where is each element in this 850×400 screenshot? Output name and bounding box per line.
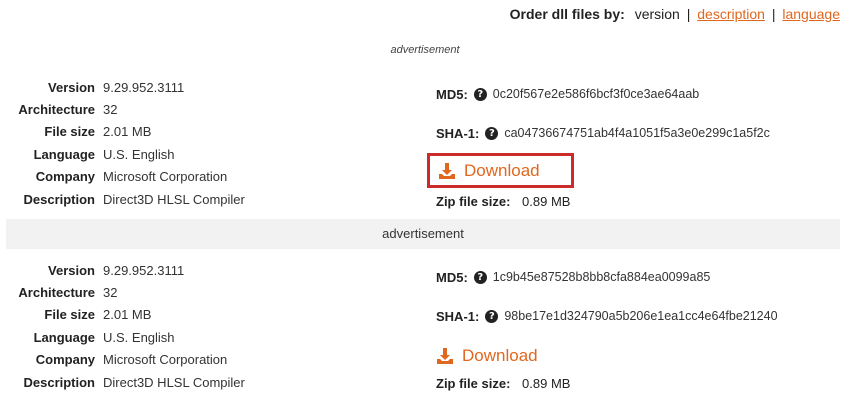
- meta-row-language: Language U.S. English: [0, 326, 400, 348]
- meta-value-description: Direct3D HLSL Compiler: [103, 374, 245, 390]
- zip-size-label: Zip file size:: [436, 376, 511, 391]
- meta-row-version: Version 9.29.952.3111: [0, 259, 400, 281]
- md5-row: MD5: ? 1c9b45e87528b8bb8cfa884ea0099a85: [436, 267, 850, 287]
- zip-size-value: 0.89 MB: [522, 194, 571, 209]
- md5-label: MD5:: [436, 269, 468, 285]
- meta-row-language: Language U.S. English: [0, 143, 400, 165]
- order-by-bar: Order dll files by: version | descriptio…: [510, 6, 840, 22]
- download-icon: [439, 162, 455, 179]
- meta-row-architecture: Architecture 32: [0, 281, 400, 303]
- meta-key: Language: [33, 329, 95, 345]
- meta-value-language: U.S. English: [103, 146, 175, 162]
- sha1-label: SHA-1:: [436, 308, 480, 324]
- sha1-row: SHA-1: ? 98be17e1d324790a5b206e1ea1cc4e6…: [436, 306, 850, 326]
- download-button[interactable]: Download: [427, 153, 574, 188]
- meta-value-company: Microsoft Corporation: [103, 169, 228, 185]
- meta-key: Description: [23, 374, 95, 390]
- zip-size-row: Zip file size: 0.89 MB: [436, 194, 570, 209]
- meta-row-description: Description Direct3D HLSL Compiler: [0, 188, 400, 210]
- meta-key: Company: [35, 169, 95, 185]
- sha1-label: SHA-1:: [436, 125, 480, 141]
- meta-key: Architecture: [18, 102, 95, 118]
- meta-value-architecture: 32: [103, 285, 118, 301]
- meta-value-version: 9.29.952.3111: [103, 262, 185, 278]
- meta-row-file-size: File size 2.01 MB: [0, 304, 400, 326]
- order-separator: |: [771, 6, 776, 22]
- meta-value-company: Microsoft Corporation: [103, 352, 228, 368]
- meta-key: Architecture: [18, 285, 95, 301]
- order-by-description-link[interactable]: description: [697, 6, 765, 22]
- order-separator: |: [686, 6, 691, 22]
- zip-size-value: 0.89 MB: [522, 376, 571, 391]
- meta-row-description: Description Direct3D HLSL Compiler: [0, 371, 400, 393]
- meta-key: Version: [48, 262, 95, 278]
- meta-key: Company: [35, 352, 95, 368]
- meta-key: Description: [23, 191, 95, 207]
- meta-value-file-size: 2.01 MB: [103, 307, 152, 323]
- meta-row-architecture: Architecture 32: [0, 98, 400, 120]
- meta-key: Version: [48, 79, 95, 95]
- sha1-value: 98be17e1d324790a5b206e1ea1cc4e64fbe21240: [504, 309, 778, 323]
- advertisement-band: advertisement: [6, 219, 840, 249]
- meta-row-version: Version 9.29.952.3111: [0, 76, 400, 98]
- meta-row-file-size: File size 2.01 MB: [0, 121, 400, 143]
- sha1-row: SHA-1: ? ca04736674751ab4f4a1051f5a3e0e2…: [436, 123, 850, 143]
- meta-key: File size: [44, 307, 95, 323]
- meta-value-architecture: 32: [103, 102, 118, 118]
- meta-row-company: Company Microsoft Corporation: [0, 166, 400, 188]
- md5-label: MD5:: [436, 86, 468, 102]
- dll-download-page: Order dll files by: version | descriptio…: [0, 0, 850, 400]
- question-circle-icon[interactable]: ?: [473, 270, 487, 284]
- md5-value: 1c9b45e87528b8bb8cfa884ea0099a85: [492, 270, 711, 284]
- meta-row-company: Company Microsoft Corporation: [0, 349, 400, 371]
- zip-size-label: Zip file size:: [436, 194, 511, 209]
- file-meta: Version 9.29.952.3111 Architecture 32 Fi…: [0, 76, 400, 210]
- zip-size-row: Zip file size: 0.89 MB: [436, 376, 570, 391]
- question-circle-icon[interactable]: ?: [485, 126, 499, 140]
- meta-key: File size: [44, 124, 95, 140]
- meta-value-file-size: 2.01 MB: [103, 124, 152, 140]
- meta-key: Language: [33, 146, 95, 162]
- question-circle-icon[interactable]: ?: [473, 87, 487, 101]
- order-by-label: Order dll files by:: [509, 6, 625, 22]
- sha1-value: ca04736674751ab4f4a1051f5a3e0e299c1a5f2c: [504, 126, 770, 140]
- md5-value: 0c20f567e2e586f6bcf3f0ce3ae64aab: [492, 87, 700, 101]
- meta-value-language: U.S. English: [103, 329, 175, 345]
- order-by-current: version: [634, 6, 680, 22]
- meta-value-version: 9.29.952.3111: [103, 79, 185, 95]
- download-icon: [437, 348, 453, 364]
- file-meta: Version 9.29.952.3111 Architecture 32 Fi…: [0, 259, 400, 393]
- md5-row: MD5: ? 0c20f567e2e586f6bcf3f0ce3ae64aab: [436, 84, 850, 104]
- file-hashes: MD5: ? 1c9b45e87528b8bb8cfa884ea0099a85 …: [436, 259, 850, 326]
- meta-value-description: Direct3D HLSL Compiler: [103, 191, 245, 207]
- question-circle-icon[interactable]: ?: [485, 309, 499, 323]
- order-by-language-link[interactable]: language: [782, 6, 840, 22]
- file-hashes: MD5: ? 0c20f567e2e586f6bcf3f0ce3ae64aab …: [436, 76, 850, 143]
- download-label: Download: [464, 160, 540, 180]
- download-label: Download: [462, 346, 538, 365]
- download-button[interactable]: Download: [436, 343, 538, 369]
- advertisement-label: advertisement: [390, 44, 460, 56]
